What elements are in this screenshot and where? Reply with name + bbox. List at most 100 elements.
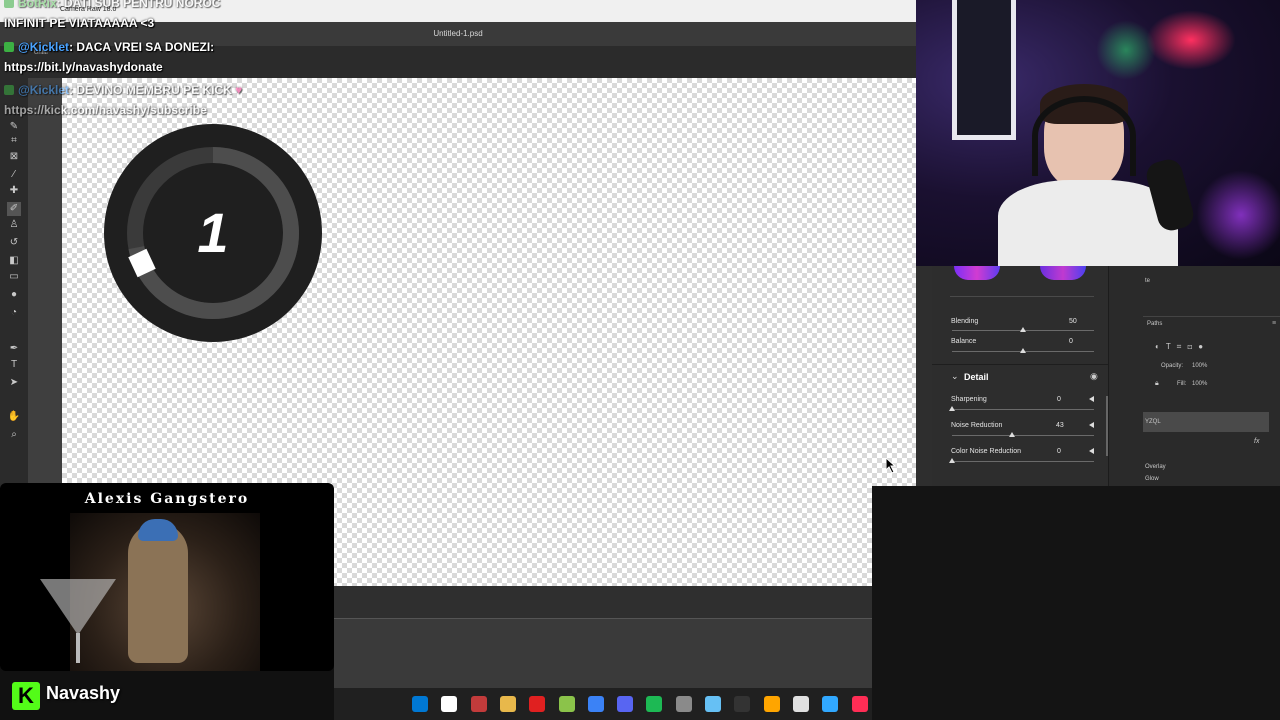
hand-tool-icon[interactable]: ✋ bbox=[7, 410, 21, 424]
alert-art-overlay: Alexis Gangstero bbox=[0, 483, 334, 671]
eyedropper-tool-icon[interactable]: ⁄ bbox=[7, 168, 21, 182]
frame-tool-icon[interactable]: ⊠ bbox=[7, 150, 21, 164]
chat-username: @Kicklet bbox=[18, 40, 70, 54]
brush-active-tool-icon[interactable]: ✐ bbox=[7, 202, 21, 216]
headphones bbox=[1032, 96, 1136, 176]
balance-label: Balance bbox=[951, 338, 977, 345]
kick-logo-icon: K bbox=[12, 682, 40, 710]
zoom-tool-icon[interactable]: ⌕ bbox=[7, 428, 21, 442]
status-bar bbox=[334, 618, 872, 688]
epic-games-taskbar-icon[interactable] bbox=[734, 696, 751, 712]
photoshop-taskbar-icon[interactable] bbox=[822, 696, 839, 712]
eye-icon[interactable]: ◉ bbox=[1090, 371, 1098, 382]
wall-light-red bbox=[1146, 10, 1236, 70]
color-noise-reduction-expand-icon[interactable] bbox=[1089, 448, 1094, 454]
app-shop-taskbar-icon[interactable] bbox=[763, 696, 780, 712]
fx-icon[interactable]: fx bbox=[1254, 438, 1259, 445]
tiktok-taskbar-icon[interactable] bbox=[851, 696, 868, 712]
sharpening-slider-thumb[interactable] bbox=[949, 406, 955, 411]
webcam-feed bbox=[916, 0, 1280, 266]
countdown-digit: 1 bbox=[197, 201, 229, 264]
chat-text: INFINIT PE VIATAAAAA <3 bbox=[4, 16, 155, 30]
shield-icon bbox=[4, 85, 14, 95]
balance-slider-thumb[interactable] bbox=[1020, 348, 1026, 353]
art-title: Alexis Gangstero bbox=[84, 491, 250, 507]
spotify-taskbar-icon[interactable] bbox=[646, 696, 663, 712]
chat-text: https://bit.ly/navashydonate bbox=[4, 60, 163, 74]
layer-effect-glow[interactable]: Glow bbox=[1145, 476, 1159, 482]
color-noise-reduction-slider-thumb[interactable] bbox=[949, 458, 955, 463]
start-taskbar-icon[interactable] bbox=[412, 696, 428, 712]
windows-taskbar bbox=[334, 688, 872, 720]
paths-tab[interactable]: Paths bbox=[1147, 321, 1162, 327]
wall-light-green bbox=[1096, 20, 1156, 80]
stamp-tool-icon[interactable]: ♙ bbox=[7, 218, 21, 232]
wheel-divider-line bbox=[950, 296, 1094, 297]
noise-reduction-expand-icon[interactable] bbox=[1089, 422, 1094, 428]
color-wheel-left[interactable] bbox=[954, 266, 1000, 280]
excel-taskbar-icon[interactable] bbox=[675, 696, 692, 712]
balance-value[interactable]: 0 bbox=[1069, 338, 1091, 345]
eraser-tool-icon[interactable]: ◧ bbox=[7, 254, 21, 268]
crop-tool-icon[interactable]: ⌗ bbox=[7, 134, 21, 148]
gradient-tool-icon[interactable]: ▭ bbox=[7, 270, 21, 284]
sharpening-slider-track[interactable] bbox=[952, 409, 1094, 410]
healing-tool-icon[interactable]: ✚ bbox=[7, 184, 21, 198]
lock-icon[interactable]: 🔒︎ bbox=[1155, 380, 1159, 388]
timeline-panel bbox=[334, 586, 872, 618]
camera-raw-panel: Blending 50 Balance 0 ⌄ Detail ◉ Sharpen… bbox=[932, 266, 1108, 486]
blur-tool-icon[interactable]: ● bbox=[7, 288, 21, 302]
dodge-tool-icon[interactable]: ◔ bbox=[7, 306, 21, 320]
chat-link: https://bit.ly/navashydonate bbox=[4, 60, 163, 74]
noise-reduction-value[interactable]: 43 bbox=[1056, 422, 1078, 429]
sharpening-value[interactable]: 0 bbox=[1057, 396, 1079, 403]
color-wheel-right[interactable] bbox=[1040, 266, 1086, 280]
section-divider bbox=[932, 364, 1108, 365]
path-select-tool-icon[interactable]: ➤ bbox=[7, 376, 21, 390]
wall-light-purple bbox=[1196, 170, 1280, 260]
browser-taskbar-icon[interactable] bbox=[587, 696, 604, 712]
blending-slider-thumb[interactable] bbox=[1020, 327, 1026, 332]
noise-reduction-slider-track[interactable] bbox=[952, 435, 1094, 436]
panel-menu-icon[interactable]: ≡ bbox=[1272, 320, 1276, 327]
shield-icon bbox=[4, 42, 14, 52]
mouse-cursor-icon bbox=[886, 458, 897, 474]
empty-screen-area bbox=[872, 486, 1280, 720]
pen-tool-icon[interactable]: ✒ bbox=[7, 342, 21, 356]
color-noise-reduction-slider-track[interactable] bbox=[952, 461, 1094, 462]
chat-message: BotRix: DATI SUB PENTRU NOROC bbox=[4, 0, 220, 10]
chat-text: : DEVINO MEMBRU PE KICK bbox=[69, 83, 232, 97]
type-tool-icon[interactable]: T bbox=[7, 358, 21, 372]
history-brush-tool-icon[interactable]: ↺ bbox=[7, 236, 21, 250]
discord-taskbar-icon[interactable] bbox=[617, 696, 634, 712]
file-explorer-taskbar-icon[interactable] bbox=[499, 696, 516, 712]
shield-icon bbox=[4, 0, 14, 8]
chevron-down-icon[interactable]: ⌄ bbox=[951, 371, 959, 382]
layer-effect-overlay[interactable]: Overlay bbox=[1145, 464, 1166, 470]
color-noise-reduction-value[interactable]: 0 bbox=[1057, 448, 1079, 455]
opacity-value[interactable]: 100% bbox=[1192, 363, 1207, 369]
search-taskbar-icon[interactable] bbox=[441, 696, 458, 712]
media-taskbar-icon[interactable] bbox=[529, 696, 546, 712]
widgets-taskbar-icon[interactable] bbox=[470, 696, 487, 712]
notepad-taskbar-icon[interactable] bbox=[558, 696, 575, 712]
fill-value[interactable]: 100% bbox=[1192, 381, 1207, 387]
app-taskbar-icon[interactable] bbox=[792, 696, 809, 712]
blending-value[interactable]: 50 bbox=[1069, 318, 1091, 325]
brush-tool-icon[interactable]: ✎ bbox=[7, 120, 21, 134]
noise-reduction-label: Noise Reduction bbox=[951, 422, 1003, 429]
chat-message: @Kicklet: DEVINO MEMBRU PE KICK ♥ bbox=[4, 83, 242, 97]
layer-filter-icons: ◐T⌗⊡● bbox=[1155, 342, 1210, 351]
noise-reduction-slider-thumb[interactable] bbox=[1009, 432, 1015, 437]
heart-icon: ♥ bbox=[231, 83, 243, 97]
panel-divider bbox=[1143, 316, 1280, 317]
steam-taskbar-icon[interactable] bbox=[705, 696, 721, 712]
opacity-label: Opacity: bbox=[1161, 363, 1184, 369]
selected-layer-row[interactable] bbox=[1143, 412, 1269, 432]
layer-name[interactable]: YZQL bbox=[1145, 419, 1161, 425]
detail-section-header[interactable]: Detail bbox=[964, 372, 989, 382]
sharpening-expand-icon[interactable] bbox=[1089, 396, 1094, 402]
chat-username: BotRix bbox=[18, 0, 57, 10]
chat-text: https://kick.com/navashy/subscribe bbox=[4, 103, 207, 117]
canvas-gutter bbox=[28, 78, 62, 488]
